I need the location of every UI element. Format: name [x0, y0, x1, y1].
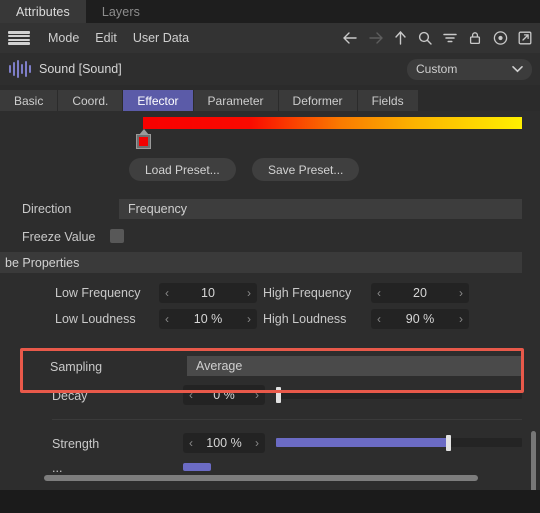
low-frequency-label: Low Frequency [55, 286, 141, 300]
low-loudness-value: 10 % [193, 312, 223, 326]
strength-value: 100 % [206, 436, 242, 450]
clipped-next-row-label: ... [52, 461, 63, 475]
stepper-increment-icon[interactable]: › [247, 313, 251, 325]
direction-select[interactable]: Frequency [119, 199, 522, 219]
section-divider [52, 419, 522, 420]
stepper-increment-icon[interactable]: › [255, 389, 259, 401]
effector-panel: Load Preset... Save Preset... Direction … [0, 111, 540, 513]
direction-row: Direction Frequency [0, 199, 540, 221]
menu-item-mode[interactable]: Mode [40, 31, 87, 45]
freeze-value-label: Freeze Value [22, 230, 96, 244]
sound-waveform-icon [9, 60, 31, 78]
window-footer [0, 490, 540, 513]
decay-value: 0 % [213, 388, 235, 402]
load-preset-button[interactable]: Load Preset... [129, 158, 236, 181]
hamburger-menu-icon[interactable] [8, 30, 30, 46]
stepper-increment-icon[interactable]: › [247, 287, 251, 299]
stepper-increment-icon[interactable]: › [459, 313, 463, 325]
decay-row: Decay ‹ 0 % › [0, 385, 540, 409]
low-frequency-value: 10 [201, 286, 215, 300]
tab-layers[interactable]: Layers [86, 0, 156, 23]
gradient-knob[interactable] [136, 129, 151, 151]
target-circle-icon[interactable] [489, 27, 511, 49]
loudness-row: Low Loudness ‹ 10 % › High Loudness ‹ 90… [0, 309, 540, 331]
low-loudness-stepper[interactable]: ‹ 10 % › [159, 309, 257, 329]
gradient-bar[interactable] [143, 117, 522, 129]
freeze-value-row: Freeze Value [0, 228, 540, 250]
back-arrow-icon[interactable] [339, 27, 361, 49]
preset-button-row: Load Preset... Save Preset... [0, 158, 540, 184]
clipped-next-row: ... [0, 461, 540, 475]
layout-preset-select[interactable]: Custom [407, 58, 532, 80]
object-header-row: Sound [Sound] Custom [0, 53, 540, 85]
high-loudness-stepper[interactable]: ‹ 90 % › [371, 309, 469, 329]
section-header-probe-properties: be Properties [0, 252, 522, 273]
attribute-tab-bar: Basic Coord. Effector Parameter Deformer… [0, 90, 540, 111]
tab-fields[interactable]: Fields [357, 90, 419, 111]
high-frequency-value: 20 [413, 286, 427, 300]
decay-stepper[interactable]: ‹ 0 % › [183, 385, 265, 405]
save-preset-button[interactable]: Save Preset... [252, 158, 360, 181]
layout-preset-value: Custom [416, 62, 458, 76]
stepper-increment-icon[interactable]: › [459, 287, 463, 299]
tab-parameter[interactable]: Parameter [193, 90, 279, 111]
stepper-increment-icon[interactable]: › [255, 437, 259, 449]
up-arrow-icon[interactable] [389, 27, 411, 49]
strength-slider[interactable] [276, 435, 522, 451]
strength-slider-handle[interactable] [445, 435, 451, 451]
high-frequency-stepper[interactable]: ‹ 20 › [371, 283, 469, 303]
toolbar-icons [339, 27, 540, 49]
tab-deformer[interactable]: Deformer [278, 90, 358, 111]
menu-bar: Mode Edit User Data [0, 23, 540, 53]
filter-icon[interactable] [439, 27, 461, 49]
low-loudness-label: Low Loudness [55, 312, 136, 326]
high-loudness-value: 90 % [405, 312, 435, 326]
strength-stepper[interactable]: ‹ 100 % › [183, 433, 265, 453]
horizontal-scrollbar[interactable] [44, 475, 478, 481]
strength-slider-fill [276, 438, 449, 447]
search-icon[interactable] [414, 27, 436, 49]
tab-basic[interactable]: Basic [0, 90, 59, 111]
tab-effector[interactable]: Effector [123, 90, 194, 111]
external-link-icon[interactable] [514, 27, 536, 49]
menu-item-user-data[interactable]: User Data [125, 31, 197, 45]
sampling-label: Sampling [50, 360, 103, 374]
high-frequency-label: High Frequency [263, 286, 352, 300]
direction-label: Direction [22, 202, 72, 216]
decay-slider-handle[interactable] [276, 387, 281, 403]
decay-label: Decay [52, 389, 88, 403]
menu-item-edit[interactable]: Edit [87, 31, 125, 45]
strength-label: Strength [52, 437, 100, 451]
sampling-select[interactable]: Average [187, 356, 522, 376]
chevron-down-icon [512, 62, 523, 76]
forward-arrow-icon [364, 27, 386, 49]
attribute-manager-window: Attributes Layers Mode Edit User Data So… [0, 0, 540, 513]
high-loudness-label: High Loudness [263, 312, 347, 326]
freeze-value-checkbox[interactable] [110, 229, 124, 243]
strength-row: Strength ‹ 100 % › [0, 433, 540, 457]
gradient-knob-swatch [136, 134, 151, 149]
object-name-label: Sound [Sound] [39, 62, 122, 76]
decay-slider[interactable] [276, 387, 522, 403]
frequency-row: Low Frequency ‹ 10 › High Frequency ‹ 20… [0, 283, 540, 305]
clipped-next-row-slider[interactable] [183, 463, 211, 471]
window-tab-strip: Attributes Layers [0, 0, 540, 23]
tab-coord[interactable]: Coord. [58, 90, 124, 111]
lock-icon[interactable] [464, 27, 486, 49]
sampling-row: Sampling Average [0, 356, 540, 380]
tab-attributes[interactable]: Attributes [0, 0, 86, 23]
low-frequency-stepper[interactable]: ‹ 10 › [159, 283, 257, 303]
